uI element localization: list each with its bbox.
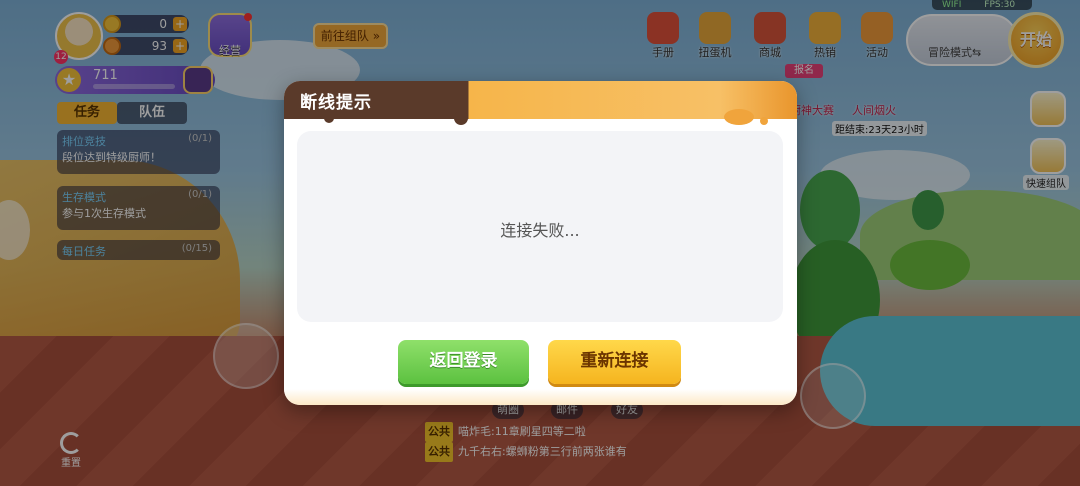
drip-decoration — [760, 117, 768, 125]
drip-decoration — [454, 111, 468, 125]
back-to-login-button[interactable]: 返回登录 — [398, 340, 529, 384]
drip-decoration — [724, 109, 754, 125]
drip-decoration — [324, 113, 334, 123]
dialog-body: 连接失败... — [297, 131, 783, 322]
dialog-footer — [284, 389, 797, 405]
reconnect-button[interactable]: 重新连接 — [548, 340, 681, 384]
dialog-message: 连接失败... — [500, 221, 580, 240]
disconnect-dialog: 断线提示 连接失败... 返回登录 重新连接 — [284, 81, 797, 405]
dialog-title: 断线提示 — [300, 93, 372, 113]
dialog-header: 断线提示 — [284, 81, 797, 125]
